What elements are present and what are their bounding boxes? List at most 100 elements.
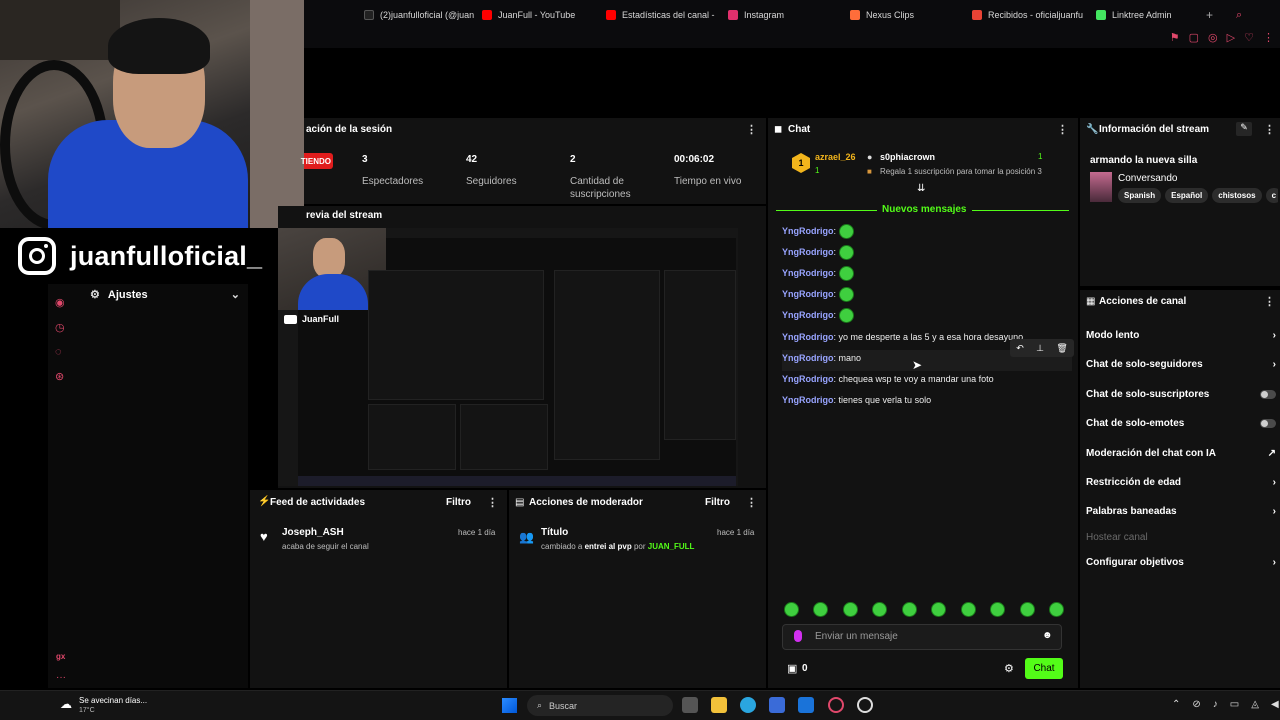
weather-icon[interactable]: ☁ — [60, 697, 72, 711]
category-label[interactable]: Conversando — [1118, 173, 1177, 184]
send-chat-button[interactable]: Chat — [1025, 658, 1063, 679]
chat-username[interactable]: YngRodrigo — [782, 310, 834, 320]
tab-tiktok[interactable]: (2)juanfulloficial (@juan — [356, 0, 474, 30]
settings-menu[interactable]: ⚙ Ajustes ⌄ — [90, 288, 240, 302]
tag[interactable]: c — [1265, 188, 1278, 203]
action-age-restriction[interactable]: Restricción de edad › — [1086, 477, 1276, 488]
clock-icon[interactable]: ◷ — [55, 321, 65, 334]
stream-info-menu-icon[interactable]: ⋮ — [1264, 123, 1275, 136]
chat-settings-icon[interactable]: ⚙ — [1004, 662, 1014, 675]
tab-youtube[interactable]: JuanFull - YouTube — [474, 0, 598, 30]
tab-gmail[interactable]: Recibidos - oficialjuanfu — [964, 0, 1088, 30]
chat-message[interactable]: YngRodrigo: — [782, 224, 1072, 245]
reply-icon[interactable]: ↶ — [1016, 343, 1024, 354]
expand-icon[interactable]: ⇊ — [917, 183, 925, 194]
mic-icon[interactable]: ♪ — [1213, 699, 1218, 710]
tab-estadisticas[interactable]: Estadísticas del canal - — [598, 0, 720, 30]
toggle-switch[interactable] — [1260, 419, 1276, 428]
mod-filter-button[interactable]: Filtro — [705, 497, 730, 508]
points-icon[interactable]: ▣ — [787, 662, 797, 675]
emote-icon[interactable] — [842, 602, 858, 617]
emote-icon[interactable] — [901, 602, 917, 617]
bookmark-icon[interactable]: ⚑ — [1170, 31, 1180, 44]
action-subscribers-only[interactable]: Chat de solo-suscriptores — [1086, 389, 1276, 400]
emote-icon[interactable] — [990, 602, 1006, 617]
chat-username[interactable]: YngRodrigo — [782, 247, 834, 257]
tag[interactable]: Español — [1165, 188, 1209, 203]
feed-filter-button[interactable]: Filtro — [446, 497, 471, 508]
play-icon[interactable]: ▷ — [1227, 31, 1235, 44]
speaker-icon[interactable]: ◀ — [1271, 699, 1279, 710]
action-banned-words[interactable]: Palabras baneadas › — [1086, 506, 1276, 517]
emote-icon[interactable] — [1048, 602, 1064, 617]
wifi-icon[interactable]: ◬ — [1251, 699, 1259, 710]
action-emotes-only[interactable]: Chat de solo-emotes — [1086, 418, 1276, 429]
extensions-icon[interactable]: ▢ — [1189, 31, 1199, 44]
heart-icon[interactable]: ♡ — [1244, 31, 1254, 44]
feed-menu-icon[interactable]: ⋮ — [487, 496, 498, 509]
task-view-icon[interactable] — [682, 697, 698, 713]
pinned-user2[interactable]: s0phiacrown — [880, 152, 935, 162]
chat-message[interactable]: YngRodrigo: chequea wsp te voy a mandar … — [782, 371, 1072, 392]
session-menu-icon[interactable]: ⋮ — [746, 123, 757, 136]
chat-username[interactable]: YngRodrigo — [782, 395, 834, 405]
chevron-up-icon[interactable]: ⌃ — [1172, 699, 1180, 710]
chat-message[interactable]: YngRodrigo: — [782, 308, 1072, 329]
emote-icon[interactable] — [931, 602, 947, 617]
store-icon[interactable] — [769, 697, 785, 713]
chat-message[interactable]: YngRodrigo: — [782, 266, 1072, 287]
chat-username[interactable]: YngRodrigo — [782, 332, 834, 342]
chat-username[interactable]: YngRodrigo — [782, 268, 834, 278]
play-circle-icon[interactable]: ◉ — [55, 296, 65, 309]
edit-icon[interactable]: ✎ — [1236, 122, 1252, 136]
new-tab-button[interactable]: + — [1198, 0, 1228, 30]
action-followers-only[interactable]: Chat de solo-seguidores › — [1086, 359, 1276, 370]
chat-input-placeholder[interactable]: Enviar un mensaje — [815, 631, 898, 642]
wallet-icon[interactable]: ◎ — [1208, 31, 1218, 44]
taskbar-search[interactable]: ⌕ Buscar — [527, 695, 673, 716]
emote-icon[interactable] — [1019, 602, 1035, 617]
tab-nexus-clips[interactable]: Nexus Clips — [842, 0, 964, 30]
mod-menu-icon[interactable]: ⋮ — [746, 496, 757, 509]
more-icon[interactable]: ⋮ — [1263, 31, 1274, 44]
chat-menu-icon[interactable]: ⋮ — [1057, 123, 1068, 136]
obs-icon[interactable] — [857, 697, 873, 713]
pin-icon[interactable]: ⊥ — [1036, 343, 1044, 354]
opera-gx-icon[interactable] — [828, 697, 844, 713]
chat-message[interactable]: YngRodrigo: — [782, 245, 1072, 266]
tab-linktree[interactable]: Linktree Admin — [1088, 0, 1198, 30]
category-thumbnail[interactable] — [1090, 172, 1112, 202]
channel-actions-menu-icon[interactable]: ⋮ — [1264, 295, 1275, 308]
action-ai-moderation[interactable]: Moderación del chat con IA ↗ — [1086, 448, 1276, 459]
tag[interactable]: chistosos — [1212, 188, 1262, 203]
chat-message[interactable]: YngRodrigo: tienes que verla tu solo — [782, 392, 1072, 413]
tab-instagram[interactable]: Instagram — [720, 0, 842, 30]
delete-icon[interactable]: 🗑 — [1056, 343, 1067, 354]
search-tabs-icon[interactable]: ⌕ — [1228, 0, 1258, 30]
chat-username[interactable]: YngRodrigo — [782, 374, 834, 384]
emote-icon[interactable] — [813, 602, 829, 617]
chat-username[interactable]: YngRodrigo — [782, 289, 834, 299]
chat-bubble-icon[interactable]: ◌ — [55, 346, 65, 358]
chat-username[interactable]: YngRodrigo — [782, 353, 834, 363]
pinned-user1[interactable]: azrael_26 — [815, 152, 856, 162]
chat-username[interactable]: YngRodrigo — [782, 226, 834, 236]
weather-title[interactable]: Se avecinan días... — [79, 696, 147, 705]
windows-start-icon[interactable] — [502, 698, 517, 713]
edge-icon[interactable] — [740, 697, 756, 713]
network-icon[interactable]: ⊘ — [1192, 699, 1200, 710]
outlook-icon[interactable] — [798, 697, 814, 713]
feed-item-user[interactable]: Joseph_ASH — [282, 527, 344, 538]
action-configure-goals[interactable]: Configurar objetivos › — [1086, 557, 1276, 568]
settings-circle-icon[interactable]: ⊛ — [55, 370, 65, 383]
mic-icon[interactable] — [794, 630, 802, 642]
more-icon[interactable]: ··· — [56, 672, 66, 683]
emoji-icon[interactable]: ☻ — [1042, 630, 1053, 641]
display-icon[interactable]: ▭ — [1230, 699, 1239, 710]
emote-icon[interactable] — [872, 602, 888, 617]
emote-icon[interactable] — [784, 602, 799, 617]
file-explorer-icon[interactable] — [711, 697, 727, 713]
chat-message[interactable]: YngRodrigo: — [782, 287, 1072, 308]
toggle-switch[interactable] — [1260, 390, 1276, 399]
emote-icon[interactable] — [960, 602, 976, 617]
